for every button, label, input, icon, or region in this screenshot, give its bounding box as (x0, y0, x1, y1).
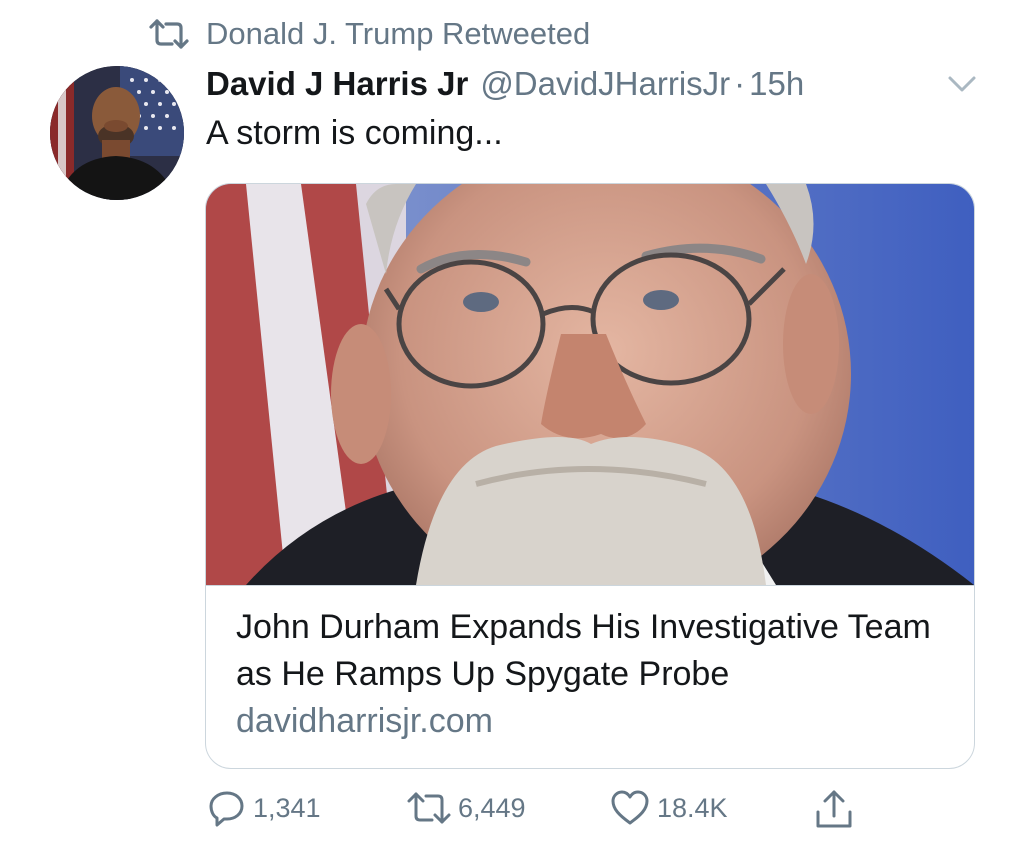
share-button[interactable] (813, 788, 861, 830)
tweet-header: David J Harris Jr @DavidJHarrisJr · 15h (206, 58, 804, 110)
card-image (206, 184, 974, 586)
retweet-icon (406, 788, 458, 828)
card-title[interactable]: John Durham Expands His Investigative Te… (236, 604, 956, 698)
reply-icon (207, 788, 253, 828)
avatar[interactable] (50, 66, 184, 200)
chevron-down-icon[interactable] (944, 70, 980, 98)
reply-button[interactable]: 1,341 (207, 788, 321, 828)
card-domain[interactable]: davidharrisjr.com (236, 698, 956, 744)
retweet-count: 6,449 (458, 792, 526, 823)
card-body: John Durham Expands His Investigative Te… (236, 604, 956, 744)
display-name[interactable]: David J Harris Jr (206, 65, 468, 103)
tweet[interactable]: Donald J. Trump Retweeted David J Harris… (0, 0, 1024, 846)
retweet-context-label: Donald J. Trump Retweeted (206, 16, 591, 51)
share-icon (813, 788, 861, 830)
retweet-icon (148, 18, 190, 50)
like-count: 18.4K (657, 792, 728, 823)
link-card[interactable]: John Durham Expands His Investigative Te… (205, 183, 975, 769)
heart-icon (609, 788, 657, 828)
like-button[interactable]: 18.4K (609, 788, 728, 828)
reply-count: 1,341 (253, 792, 321, 823)
retweet-button[interactable]: 6,449 (406, 788, 526, 828)
action-bar: 1,341 6,449 18.4K (0, 788, 1024, 832)
user-handle[interactable]: @DavidJHarrisJr (480, 65, 730, 103)
tweet-timestamp[interactable]: 15h (749, 65, 804, 103)
tweet-text: A storm is coming... (206, 114, 503, 152)
separator: · (734, 65, 746, 102)
retweet-context[interactable]: Donald J. Trump Retweeted (148, 12, 590, 56)
